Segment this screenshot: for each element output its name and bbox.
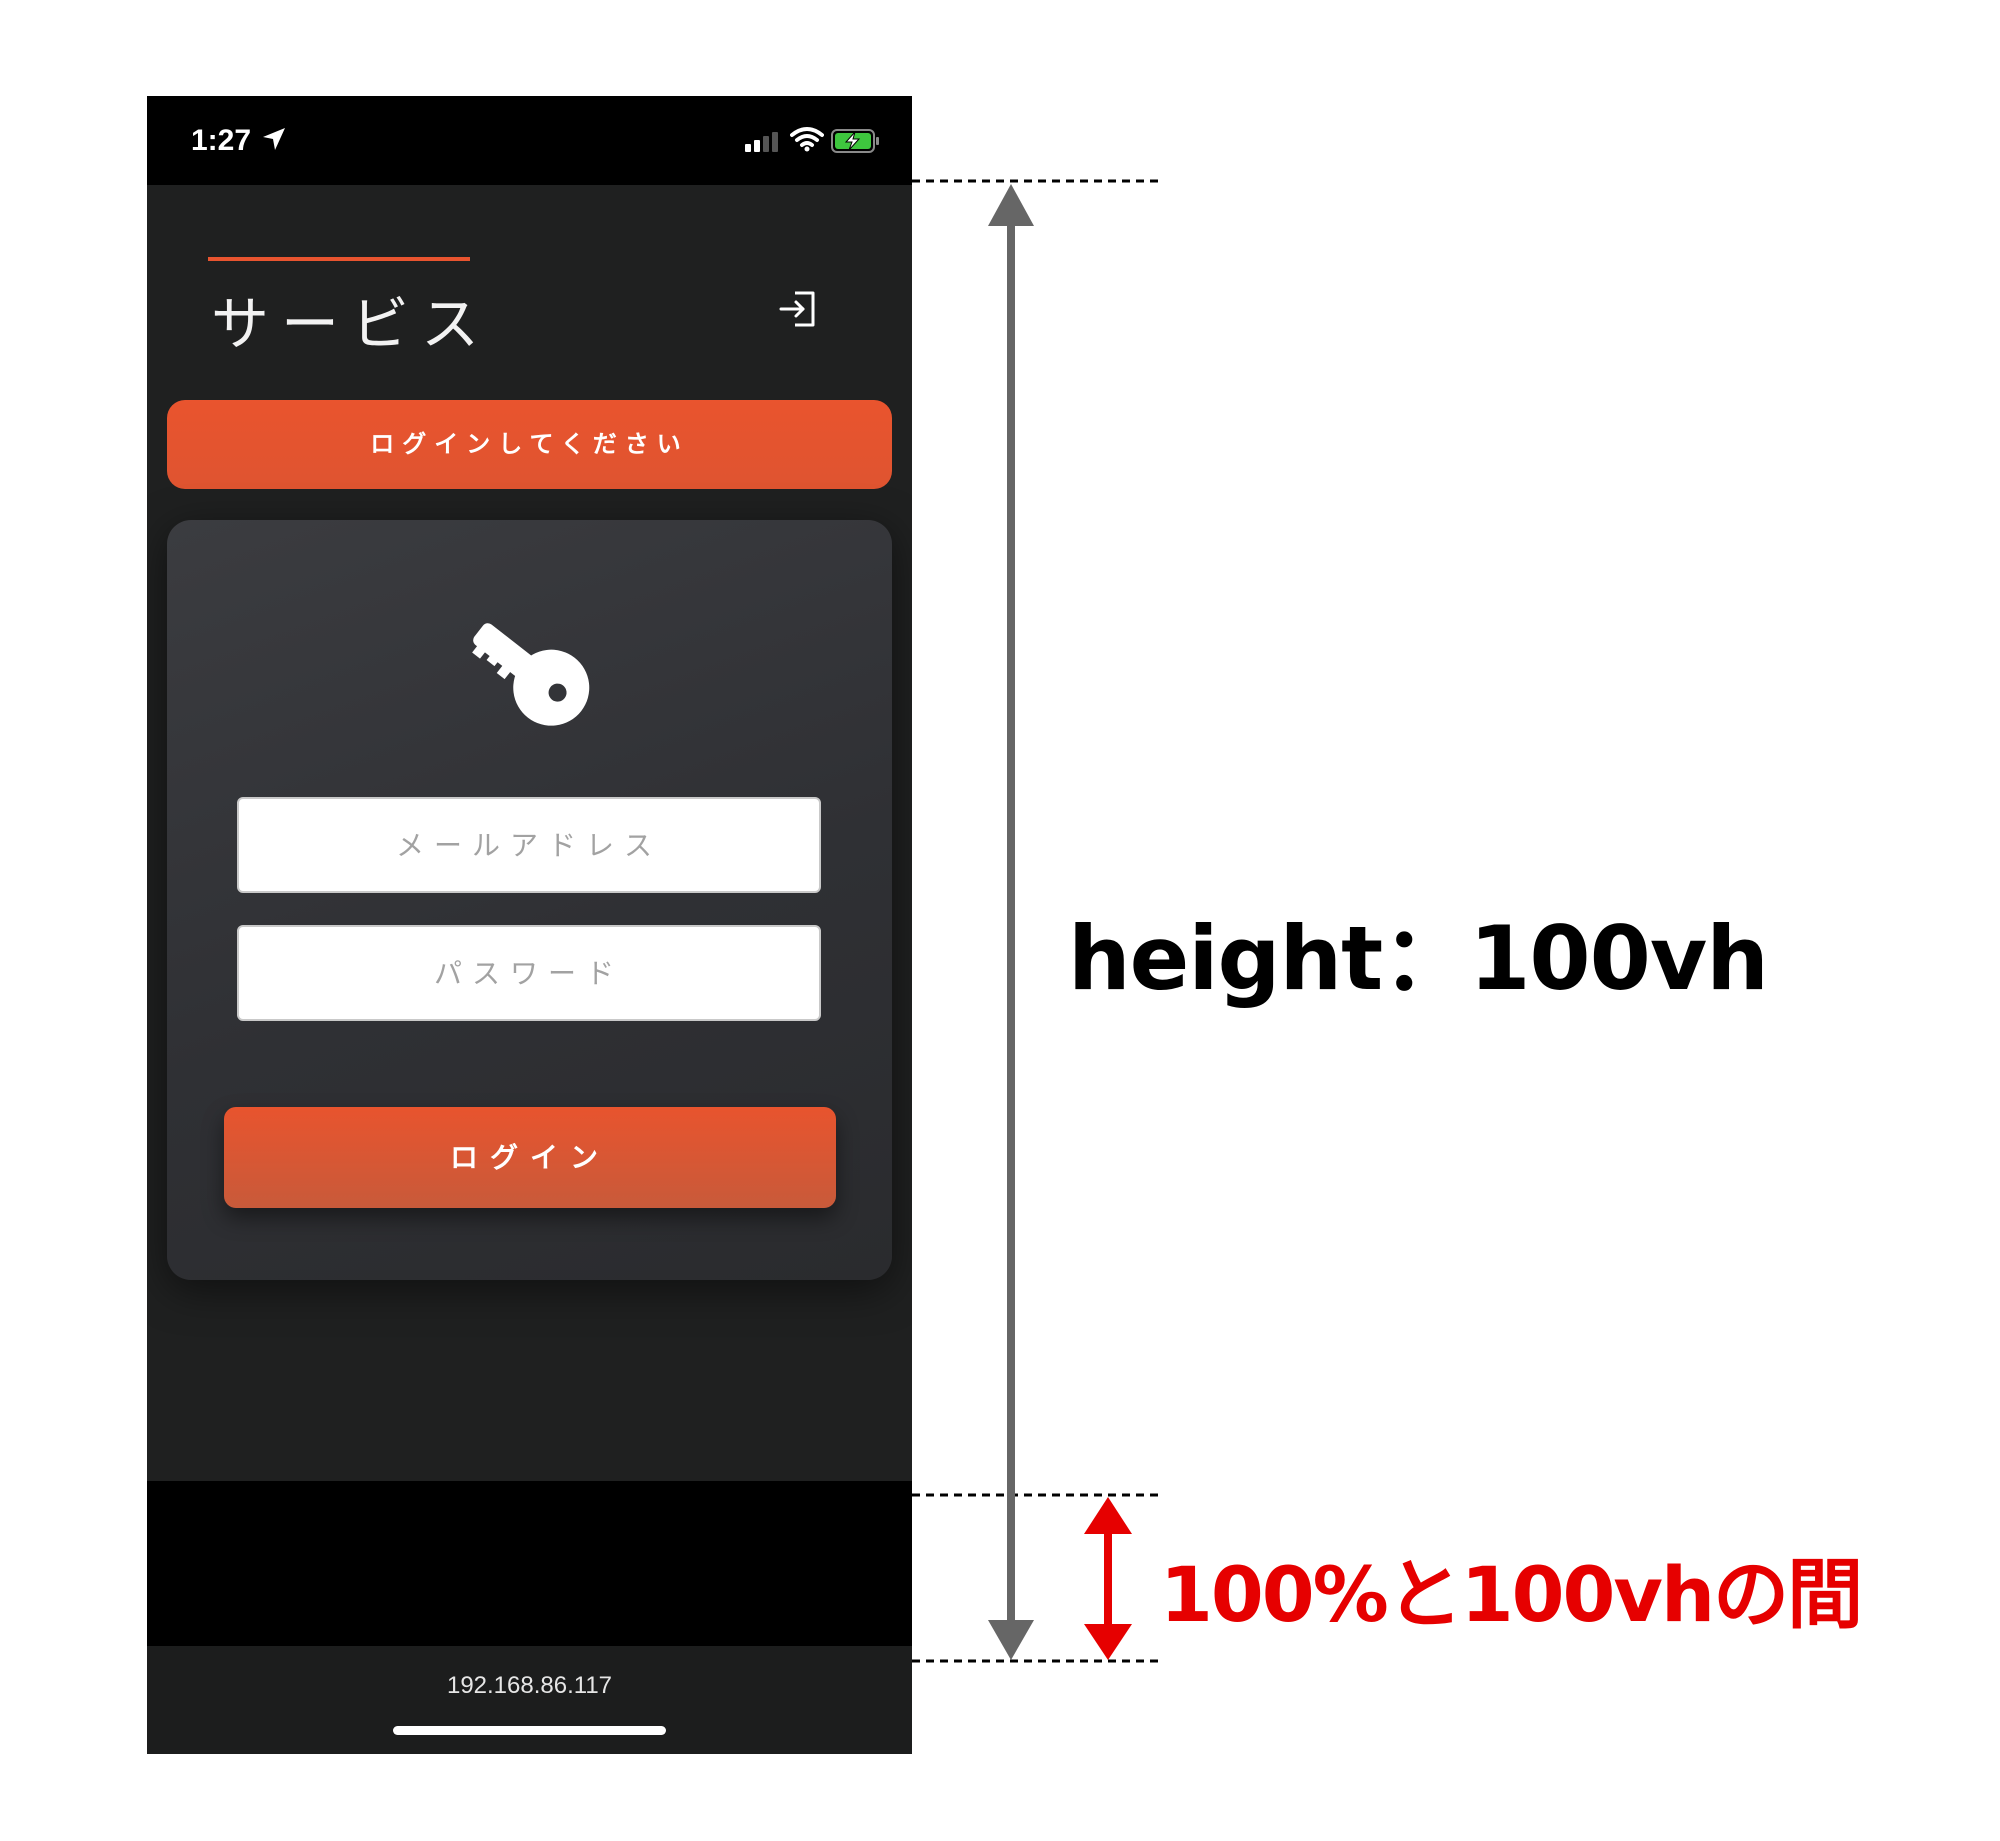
height-arrow	[988, 184, 1034, 1660]
height-annotation-label: height：100vh	[1068, 907, 1769, 1010]
gap-annotation-label: 100%と100vhの間	[1160, 1550, 1863, 1639]
gap-arrow	[1084, 1497, 1132, 1660]
